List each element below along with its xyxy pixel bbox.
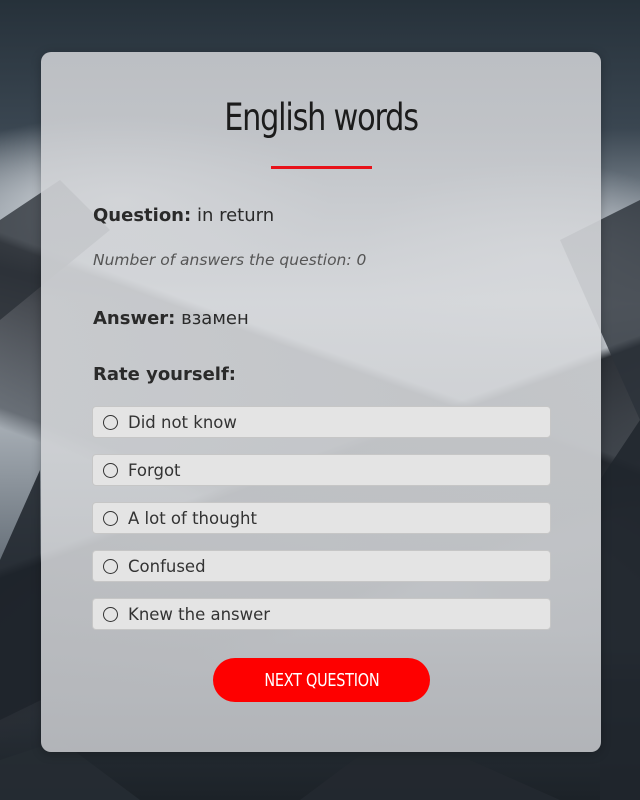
radio-icon[interactable] [103, 607, 118, 622]
question-label: Question: [93, 205, 192, 226]
option-knew-the-answer[interactable]: Knew the answer [92, 598, 551, 630]
title-underline [271, 166, 372, 169]
quiz-card: English words Question: in return Number… [41, 52, 601, 752]
answer-value: взамен [181, 308, 249, 329]
option-label: Forgot [128, 461, 181, 480]
rate-yourself-heading: Rate yourself: [93, 364, 236, 385]
option-label: Did not know [128, 413, 237, 432]
radio-icon[interactable] [103, 463, 118, 478]
next-question-button[interactable]: NEXT QUESTION [213, 658, 430, 702]
answers-count-text: Number of answers the question: 0 [93, 251, 367, 269]
question-value: in return [196, 205, 275, 226]
rating-options: Did not know Forgot A lot of thought Con… [92, 406, 551, 646]
option-did-not-know[interactable]: Did not know [92, 406, 551, 438]
option-label: A lot of thought [128, 509, 257, 528]
question-line: Question: in return [93, 205, 274, 226]
option-forgot[interactable]: Forgot [92, 454, 551, 486]
answer-line: Answer: взамен [93, 308, 249, 329]
radio-icon[interactable] [103, 511, 118, 526]
option-a-lot-of-thought[interactable]: A lot of thought [92, 502, 551, 534]
answer-label: Answer: [93, 308, 176, 329]
option-label: Knew the answer [128, 605, 271, 624]
option-label: Confused [128, 557, 206, 576]
radio-icon[interactable] [103, 559, 118, 574]
radio-icon[interactable] [103, 415, 118, 430]
next-question-label: NEXT QUESTION [264, 669, 379, 691]
option-confused[interactable]: Confused [92, 550, 551, 582]
page-title: English words [224, 96, 419, 139]
